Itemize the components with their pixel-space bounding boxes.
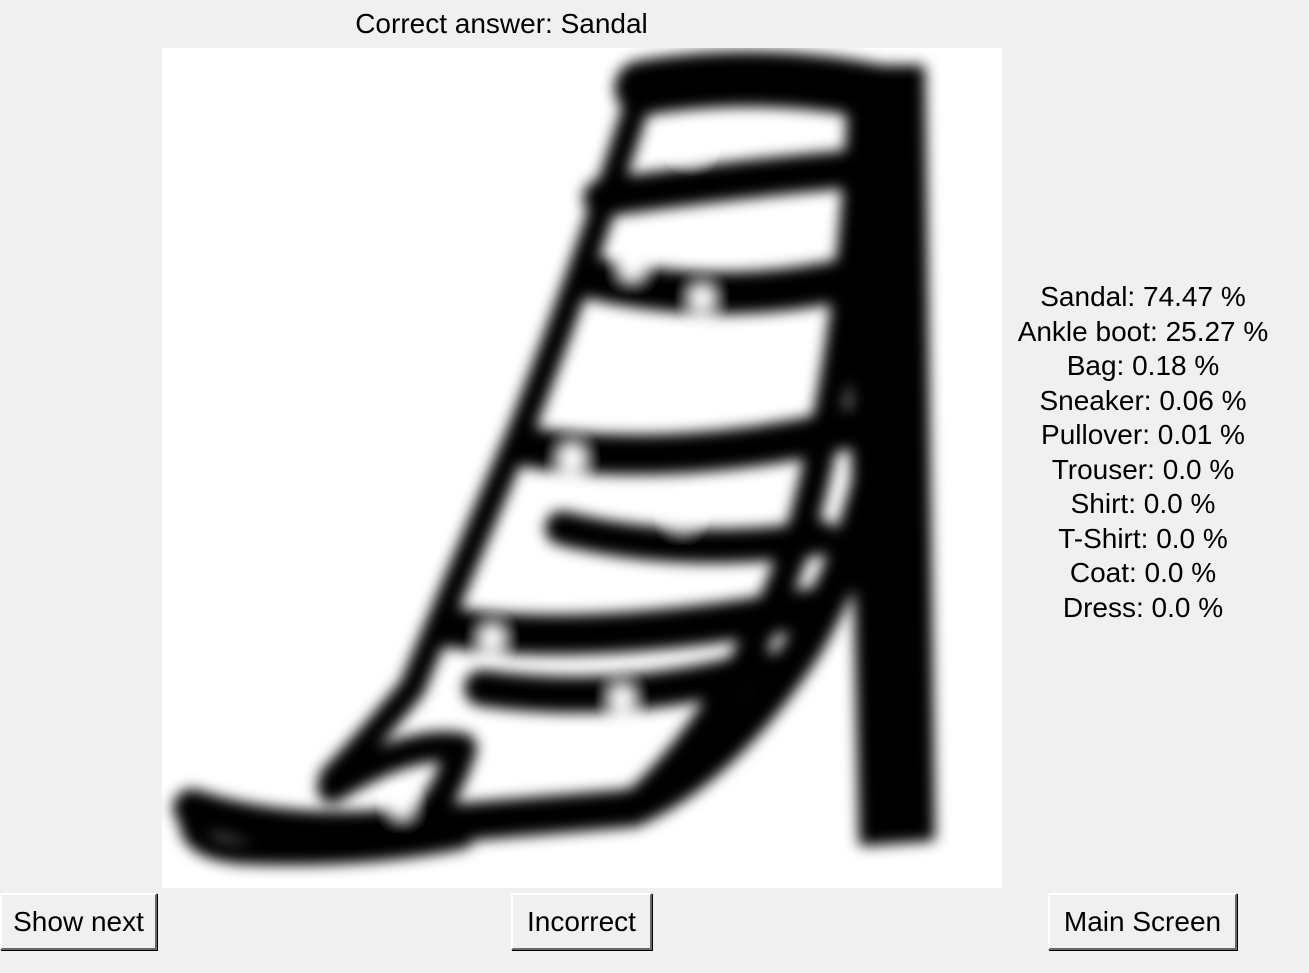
prediction-item: Bag: 0.18 % [1066, 350, 1220, 381]
correct-answer-label: Correct answer: Sandal [355, 8, 648, 39]
prediction-list: Sandal: 74.47 % Ankle boot: 25.27 % Bag:… [1005, 280, 1281, 625]
main-screen-button[interactable]: Main Screen [1048, 893, 1237, 950]
prediction-item: Sneaker: 0.06 % [1039, 384, 1247, 416]
show-next-button[interactable]: Show next [0, 893, 157, 950]
app-window: Correct answer: Sandal Sandal: 74.47 % A… [0, 0, 1309, 973]
prediction-item: Trouser: 0.0 % [1051, 453, 1235, 485]
incorrect-button[interactable]: Incorrect [511, 893, 652, 950]
prediction-item: Dress: 0.0 % [1062, 591, 1224, 623]
prediction-item: T-Shirt: 0.0 % [1058, 522, 1228, 554]
prediction-item: Ankle boot: 25.27 % [1017, 315, 1269, 347]
prediction-item: Sandal: 74.47 % [1040, 281, 1246, 312]
prediction-item: Shirt: 0.0 % [1070, 488, 1216, 519]
sandal-image [162, 48, 1002, 888]
prediction-item: Pullover: 0.01 % [1041, 419, 1245, 450]
prediction-item: Coat: 0.0 % [1069, 557, 1217, 588]
